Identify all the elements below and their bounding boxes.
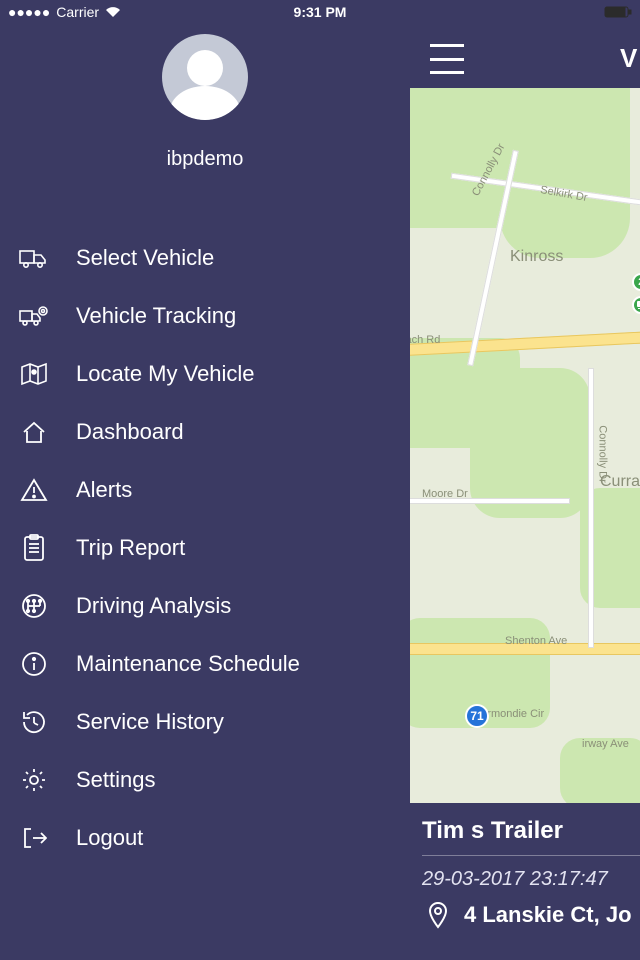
nav-label: Logout [76, 825, 143, 851]
nav-label: Locate My Vehicle [76, 361, 255, 387]
nav-locate-vehicle[interactable]: Locate My Vehicle [0, 345, 410, 403]
nav-label: Alerts [76, 477, 132, 503]
divider [422, 855, 640, 856]
signal-icon: ●●●●● [8, 4, 50, 20]
road-label-beach: Beach Rd [410, 334, 440, 346]
home-icon [18, 416, 50, 448]
bus-stop-icon [632, 296, 640, 314]
username: ibpdemo [167, 148, 244, 171]
vehicle-address: 4 Lanskie Ct, Jo [464, 902, 632, 928]
battery-icon [604, 6, 632, 18]
nav-menu: Select Vehicle Vehicle Tracking [0, 229, 410, 867]
nav-select-vehicle[interactable]: Select Vehicle [0, 229, 410, 287]
nav-driving-analysis[interactable]: Driving Analysis [0, 577, 410, 635]
vehicle-timestamp: 29-03-2017 23:17:47 [422, 868, 640, 891]
status-time: 9:31 PM [294, 4, 347, 20]
alert-icon [18, 474, 50, 506]
carrier-label: Carrier [56, 4, 99, 20]
nav-label: Dashboard [76, 419, 184, 445]
vehicle-summary-card: Tim s Trailer 29-03-2017 23:17:47 4 Lans… [410, 803, 640, 960]
history-icon [18, 706, 50, 738]
nav-maintenance[interactable]: Maintenance Schedule [0, 635, 410, 693]
main-panel: V Connolly Dr Selkirk Dr Beach Rd Moore … [410, 0, 640, 960]
place-kinross: Kinross [510, 248, 563, 266]
status-bar: ●●●●● Carrier 9:31 PM [0, 0, 640, 24]
shield-2: 2 [632, 273, 640, 291]
road-label-irway: irway Ave [582, 738, 629, 750]
nav-logout[interactable]: Logout [0, 809, 410, 867]
tracking-icon [18, 300, 50, 332]
nav-alerts[interactable]: Alerts [0, 461, 410, 519]
gear-icon [18, 764, 50, 796]
road-label-moore: Moore Dr [422, 488, 468, 500]
nav-service-history[interactable]: Service History [0, 693, 410, 751]
vehicle-address-row: 4 Lanskie Ct, Jo [422, 899, 640, 931]
logout-icon [18, 822, 50, 854]
nav-settings[interactable]: Settings [0, 751, 410, 809]
status-left: ●●●●● Carrier [8, 4, 121, 20]
nav-vehicle-tracking[interactable]: Vehicle Tracking [0, 287, 410, 345]
nav-label: Service History [76, 709, 224, 735]
wifi-icon [105, 6, 121, 18]
shield-71: 71 [465, 704, 489, 728]
info-icon [18, 648, 50, 680]
truck-icon [18, 242, 50, 274]
nav-trip-report[interactable]: Trip Report [0, 519, 410, 577]
place-currambine: Curra [600, 473, 640, 491]
pin-icon [422, 899, 454, 931]
profile-section: ibpdemo [0, 34, 410, 171]
map-pin-icon [18, 358, 50, 390]
nav-label: Trip Report [76, 535, 185, 561]
status-right [604, 6, 632, 18]
app-screen: V Connolly Dr Selkirk Dr Beach Rd Moore … [0, 0, 640, 960]
vehicle-name: Tim s Trailer [422, 817, 640, 845]
nav-label: Select Vehicle [76, 245, 214, 271]
gearshift-icon [18, 590, 50, 622]
nav-label: Settings [76, 767, 156, 793]
nav-label: Vehicle Tracking [76, 303, 236, 329]
nav-label: Maintenance Schedule [76, 651, 300, 677]
avatar[interactable] [162, 34, 248, 120]
menu-button[interactable] [430, 44, 470, 74]
sidebar-drawer: ibpdemo Select Vehicle [0, 0, 410, 960]
nav-label: Driving Analysis [76, 593, 231, 619]
clipboard-icon [18, 532, 50, 564]
nav-dashboard[interactable]: Dashboard [0, 403, 410, 461]
road-label-shenton: Shenton Ave [505, 635, 567, 647]
page-title: V [620, 43, 637, 74]
map[interactable]: Connolly Dr Selkirk Dr Beach Rd Moore Dr… [410, 88, 640, 803]
